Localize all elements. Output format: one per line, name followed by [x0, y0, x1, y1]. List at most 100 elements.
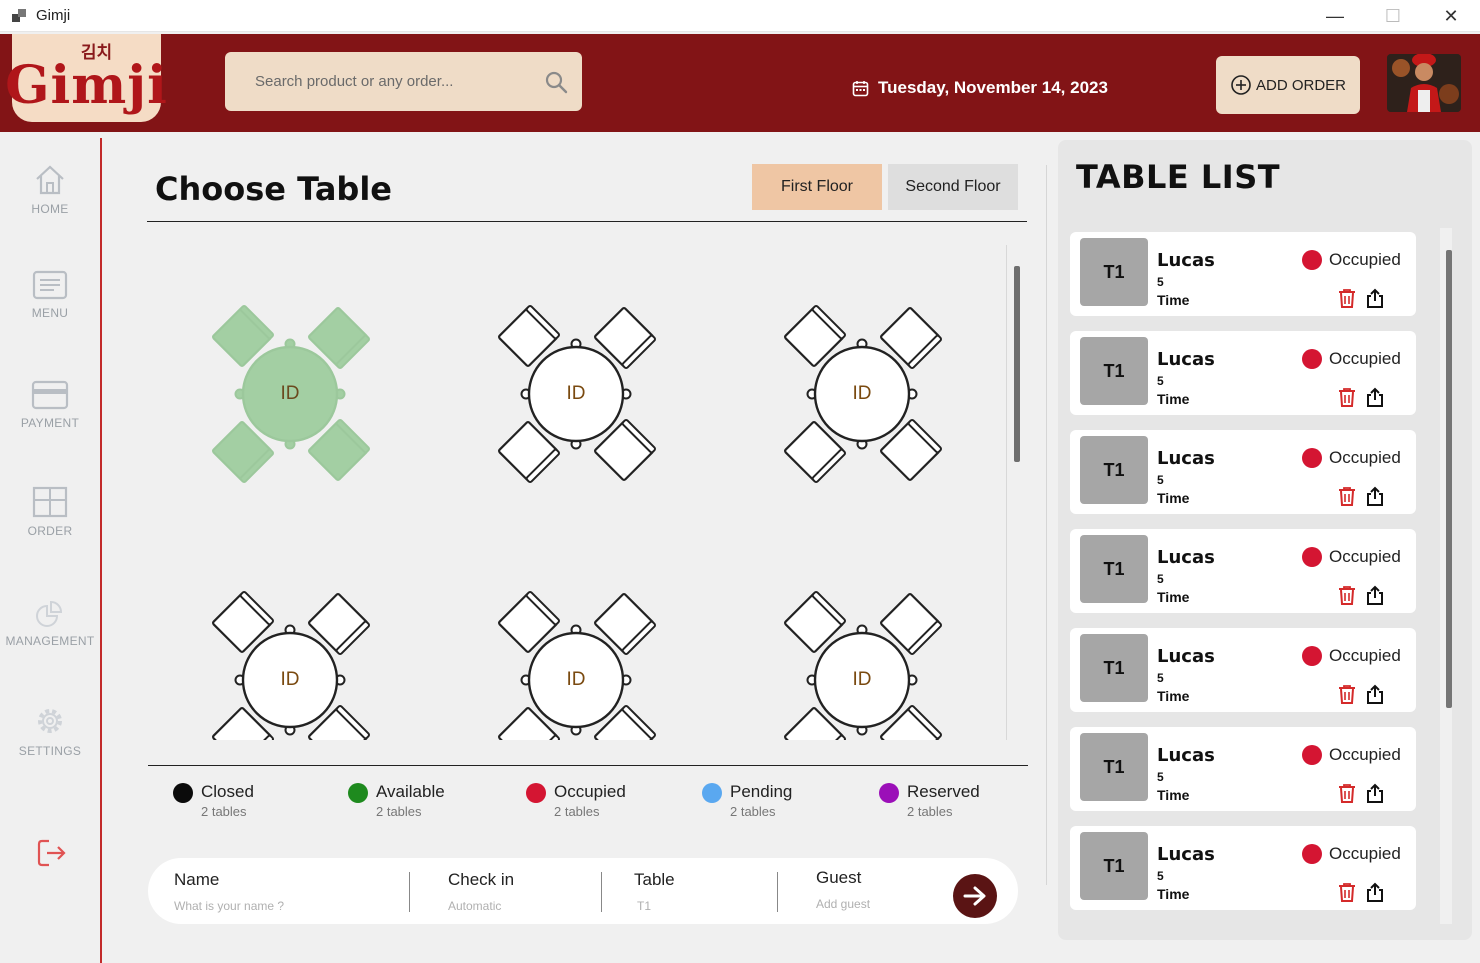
- trash-icon[interactable]: [1338, 585, 1356, 605]
- guest-count: 5: [1157, 473, 1164, 487]
- sidebar-label-menu: MENU: [31, 306, 69, 320]
- table-value[interactable]: T1: [637, 899, 675, 913]
- table-card[interactable]: T1 Lucas 5 Time Occupied: [1070, 826, 1416, 910]
- name-field[interactable]: Name What is your name ?: [174, 870, 284, 913]
- legend-item: Reserved 2 tables: [879, 782, 980, 819]
- share-icon[interactable]: [1366, 783, 1384, 803]
- guest-input[interactable]: Add guest: [816, 897, 870, 911]
- sidebar-item-order[interactable]: ORDER: [0, 486, 100, 538]
- booking-bar: Name What is your name ? Check in Automa…: [148, 858, 1018, 924]
- checkin-label: Check in: [448, 870, 515, 889]
- guest-label: Guest: [816, 868, 862, 887]
- table-field[interactable]: Table T1: [634, 870, 675, 913]
- status-dot: [526, 783, 546, 803]
- tab-first-floor[interactable]: First Floor: [752, 164, 882, 210]
- dining-table[interactable]: ID: [484, 588, 668, 740]
- customer-name: Lucas: [1157, 646, 1215, 667]
- sidebar-item-management[interactable]: MANAGEMENT: [0, 598, 100, 648]
- status-text: Occupied: [1329, 349, 1401, 368]
- share-icon[interactable]: [1366, 486, 1384, 506]
- window-title: Gimji: [36, 7, 71, 24]
- share-icon[interactable]: [1366, 387, 1384, 407]
- status-dot: [702, 783, 722, 803]
- close-button[interactable]: ✕: [1422, 0, 1480, 32]
- table-card[interactable]: T1 Lucas 5 Time Occupied: [1070, 430, 1416, 514]
- dining-table[interactable]: ID: [484, 302, 668, 486]
- sidebar-item-settings[interactable]: SETTINGS: [0, 704, 100, 758]
- table-list-panel: TABLE LIST T1 Lucas 5 Time Occupied T1 L…: [1058, 140, 1472, 940]
- status-text: Occupied: [1329, 250, 1401, 269]
- legend-item: Available 2 tables: [348, 782, 445, 819]
- share-icon[interactable]: [1366, 288, 1384, 308]
- name-label: Name: [174, 870, 220, 889]
- trash-icon[interactable]: [1338, 783, 1356, 803]
- minimize-button[interactable]: —: [1306, 0, 1364, 32]
- reservation-time: Time: [1157, 490, 1190, 506]
- table-code: T1: [1080, 238, 1148, 306]
- window-titlebar: Gimji — ☐ ✕: [0, 0, 1480, 32]
- logout-button[interactable]: [36, 838, 68, 873]
- status-dot: [173, 783, 193, 803]
- table-card[interactable]: T1 Lucas 5 Time Occupied: [1070, 331, 1416, 415]
- table-card[interactable]: T1 Lucas 5 Time Occupied: [1070, 529, 1416, 613]
- brand-logo[interactable]: 김치 Gimji: [5, 34, 167, 122]
- trash-icon[interactable]: [1338, 486, 1356, 506]
- table-list-scrollbar[interactable]: [1446, 250, 1452, 708]
- submit-booking-button[interactable]: [953, 874, 997, 918]
- table-card[interactable]: T1 Lucas 5 Time Occupied: [1070, 232, 1416, 316]
- floor-plan-scrollbar[interactable]: [1014, 266, 1020, 462]
- home-icon: [36, 165, 64, 195]
- sidebar-item-payment[interactable]: PAYMENT: [0, 380, 100, 430]
- page-title: Choose Table: [155, 170, 392, 208]
- customer-name: Lucas: [1157, 250, 1215, 271]
- search-icon[interactable]: [544, 70, 568, 94]
- table-card[interactable]: T1 Lucas 5 Time Occupied: [1070, 727, 1416, 811]
- legend-table-count: 2 tables: [730, 804, 776, 819]
- reservation-time: Time: [1157, 787, 1190, 803]
- avatar[interactable]: [1387, 54, 1461, 112]
- tab-second-floor[interactable]: Second Floor: [888, 164, 1018, 210]
- trash-icon[interactable]: [1338, 288, 1356, 308]
- search-box[interactable]: [225, 52, 582, 111]
- table-floor-plan[interactable]: ID ID ID ID ID ID: [148, 245, 1006, 740]
- legend-table-count: 2 tables: [554, 804, 600, 819]
- status-dot: [1302, 349, 1322, 369]
- sidebar-item-home[interactable]: HOME: [0, 164, 100, 216]
- share-icon[interactable]: [1366, 684, 1384, 704]
- reservation-time: Time: [1157, 688, 1190, 704]
- guest-count: 5: [1157, 572, 1164, 586]
- trash-icon[interactable]: [1338, 387, 1356, 407]
- legend-status-name: Occupied: [554, 782, 626, 801]
- search-input[interactable]: [255, 73, 525, 90]
- trash-icon[interactable]: [1338, 882, 1356, 902]
- table-card[interactable]: T1 Lucas 5 Time Occupied: [1070, 628, 1416, 712]
- dining-table[interactable]: ID: [198, 588, 382, 740]
- checkin-field[interactable]: Check in Automatic: [448, 870, 514, 913]
- logo-text: Gimji: [5, 55, 168, 116]
- trash-icon[interactable]: [1338, 684, 1356, 704]
- share-icon[interactable]: [1366, 882, 1384, 902]
- name-input[interactable]: What is your name ?: [174, 899, 284, 913]
- table-id-label: ID: [852, 669, 872, 690]
- legend-status-name: Available: [376, 782, 445, 801]
- status-badge: Occupied: [1302, 844, 1401, 864]
- legend-status-name: Pending: [730, 782, 793, 801]
- add-order-button[interactable]: ADD ORDER: [1216, 56, 1360, 114]
- payment-icon: [31, 380, 69, 410]
- dining-table[interactable]: ID: [770, 302, 954, 486]
- dining-table[interactable]: ID: [770, 588, 954, 740]
- customer-name: Lucas: [1157, 349, 1215, 370]
- dining-table[interactable]: ID: [198, 302, 382, 486]
- status-text: Occupied: [1329, 844, 1401, 863]
- checkin-value[interactable]: Automatic: [448, 899, 514, 913]
- reservation-time: Time: [1157, 391, 1190, 407]
- share-icon[interactable]: [1366, 585, 1384, 605]
- guest-field[interactable]: Guest Add guest: [816, 868, 870, 911]
- maximize-button[interactable]: ☐: [1364, 0, 1422, 32]
- status-dot: [1302, 646, 1322, 666]
- arrow-right-icon: [963, 886, 986, 906]
- sidebar-item-menu[interactable]: MENU: [0, 270, 100, 320]
- status-dot: [879, 783, 899, 803]
- top-header: 김치 Gimji Tuesday, November 14, 2023 ADD …: [0, 34, 1480, 132]
- table-code: T1: [1080, 436, 1148, 504]
